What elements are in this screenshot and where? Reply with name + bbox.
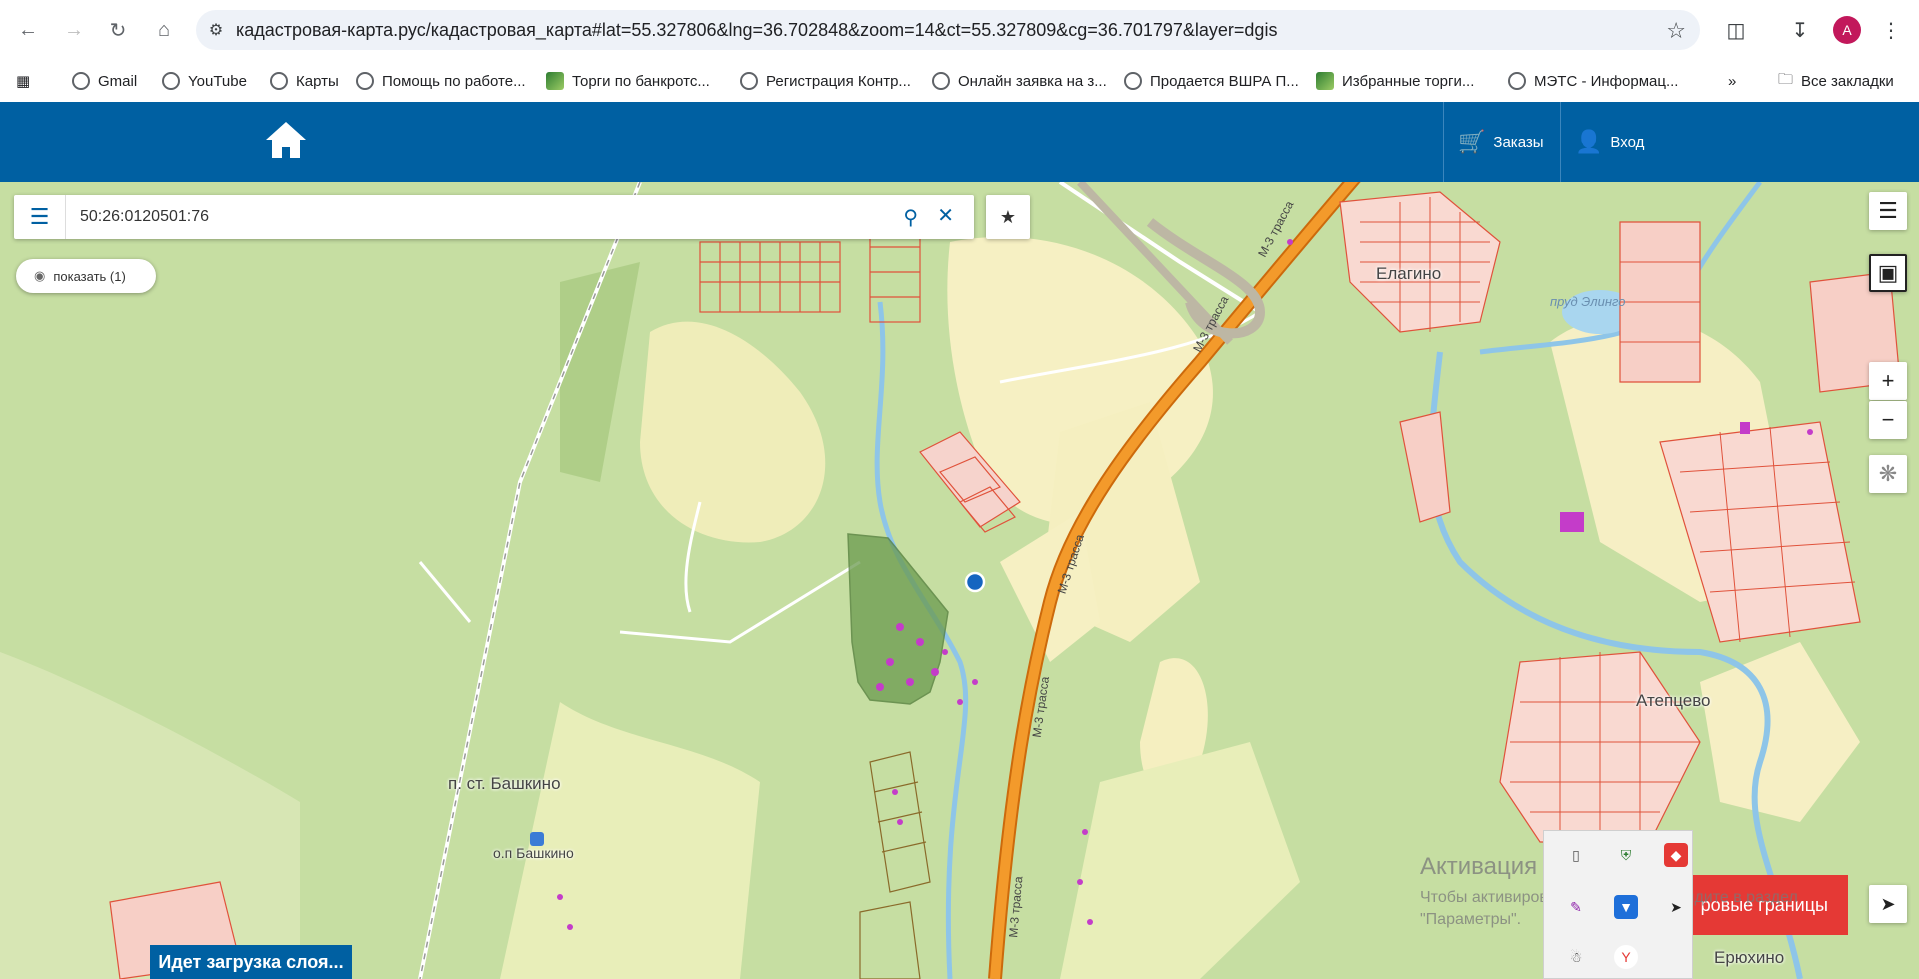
bookmark-mets[interactable]: МЭТС - Информац... <box>1500 66 1686 96</box>
plus-icon: + <box>1881 368 1895 393</box>
reload-icon[interactable]: ↻ <box>102 14 134 46</box>
cadastral-search: ☰ 50:26:0120501:76 ⚲ ✕ <box>14 195 974 239</box>
show-results-label: показать (1) <box>53 268 126 284</box>
navigation-arrow-icon: ➤ <box>1880 893 1896 914</box>
bookmark-help[interactable]: Помощь по работе... <box>348 66 534 96</box>
menu-icon[interactable]: ☰ <box>14 195 66 239</box>
zoom-out-button[interactable]: − <box>1869 401 1907 439</box>
bookmark-favorite-auctions[interactable]: Избранные торги... <box>1308 66 1482 96</box>
extensions-icon[interactable]: ◫ <box>1720 14 1752 46</box>
login-label: Вход <box>1610 133 1645 151</box>
avatar-letter: A <box>1842 22 1852 38</box>
layers-button[interactable]: ☰ <box>1869 192 1907 230</box>
yandex-icon[interactable]: Y <box>1614 945 1638 969</box>
network-icon[interactable]: ☃ <box>1564 945 1588 969</box>
home-icon[interactable] <box>264 120 308 160</box>
place-label-bashkino-st: п. ст. Башкино <box>448 774 561 793</box>
bookmark-label: Помощь по работе... <box>382 72 526 90</box>
bookmark-label: Карты <box>296 72 339 90</box>
orders-button[interactable]: 🛒 Заказы <box>1443 102 1558 182</box>
address-bar[interactable]: ⚙ кадастровая-карта.рус/кадастровая_карт… <box>196 10 1700 50</box>
bookmarks-bar: ▦ Gmail YouTube Карты Помощь по работе..… <box>0 60 1919 102</box>
user-icon: 👤 <box>1575 129 1603 154</box>
home-browser-icon[interactable]: ⌂ <box>148 14 180 46</box>
globe-icon <box>1124 72 1142 90</box>
eye-icon: ◉ <box>34 268 46 283</box>
favorite-star-button[interactable]: ★ <box>986 195 1030 239</box>
bookmark-gmail[interactable]: Gmail <box>64 66 145 96</box>
bookmark-label: Регистрация Контр... <box>766 72 911 90</box>
cart-icon: 🛒 <box>1458 129 1486 154</box>
bookmark-label: YouTube <box>188 72 247 90</box>
apps-grid-icon[interactable]: ▦ <box>8 66 38 96</box>
pond-label: пруд Элинго <box>1550 294 1626 309</box>
shield-icon[interactable]: ⛨ <box>1614 843 1638 867</box>
all-bookmarks[interactable]: 🗀 Все закладки <box>1770 66 1902 96</box>
bookmark-label: Онлайн заявка на з... <box>958 72 1107 90</box>
site-header: 🛒 Заказы 👤 Вход <box>0 102 1919 182</box>
login-button[interactable]: 👤 Вход <box>1560 102 1644 182</box>
search-icon[interactable]: ⚲ <box>903 205 918 230</box>
bookmark-label: Gmail <box>98 72 138 90</box>
download-icon[interactable]: ↧ <box>1784 14 1816 46</box>
globe-icon <box>72 72 90 90</box>
close-icon[interactable]: ✕ <box>937 203 954 228</box>
globe-icon <box>740 72 758 90</box>
minus-icon: − <box>1881 407 1895 432</box>
show-results-button[interactable]: ◉ показать (1) <box>16 259 156 293</box>
orders-label: Заказы <box>1493 133 1544 151</box>
hammer-icon <box>546 72 564 90</box>
bookmark-label: Избранные торги... <box>1342 72 1475 90</box>
layers-icon: ☰ <box>1878 198 1898 223</box>
folder-icon: 🗀 <box>1778 70 1794 88</box>
bookmark-youtube[interactable]: YouTube <box>154 66 255 96</box>
bookmark-star-icon[interactable]: ☆ <box>1666 18 1686 44</box>
usb-icon[interactable]: ▯ <box>1564 843 1588 867</box>
ruler-icon: ▣ <box>1877 260 1899 285</box>
bookmark-for-sale[interactable]: Продается ВШРА П... <box>1116 66 1307 96</box>
locate-button[interactable]: ➤ <box>1869 885 1907 923</box>
globe-icon <box>162 72 180 90</box>
hammer-icon <box>1316 72 1334 90</box>
place-label-atepcevo: Атепцево <box>1636 691 1711 710</box>
ruler-button[interactable]: ▣ <box>1869 254 1907 292</box>
bookmark-online-request[interactable]: Онлайн заявка на з... <box>924 66 1115 96</box>
loading-spinner-icon: ❋ <box>1878 461 1898 486</box>
place-label-eryuhino: Ерюхино <box>1714 948 1785 967</box>
pen-icon[interactable]: ✎ <box>1564 895 1588 919</box>
forward-icon[interactable]: → <box>58 14 90 46</box>
more-bookmarks-icon[interactable]: » <box>1720 66 1744 96</box>
spinner-button[interactable]: ❋ <box>1869 455 1907 493</box>
place-label-elagino: Елагино <box>1376 264 1442 283</box>
bookmark-auctions[interactable]: Торги по банкротс... <box>538 66 718 96</box>
search-input[interactable]: 50:26:0120501:76 <box>80 208 209 226</box>
system-tray-overflow: ▯ ⛨ ◆ ✎ ▼ ➤ ☃ Y <box>1543 830 1693 979</box>
telegram-icon[interactable]: ➤ <box>1664 895 1688 919</box>
all-bookmarks-label: Все закладки <box>1801 72 1894 90</box>
layer-loading-status: Идет загрузка слоя... <box>150 945 352 979</box>
bookmark-registration[interactable]: Регистрация Контр... <box>732 66 919 96</box>
menu-dots-icon[interactable]: ⋮ <box>1875 14 1907 46</box>
bookmark-maps[interactable]: Карты <box>262 66 347 96</box>
url-text: кадастровая-карта.рус/кадастровая_карта#… <box>236 19 1278 40</box>
site-info-icon[interactable]: ⚙ <box>196 10 236 50</box>
avatar[interactable]: A <box>1833 16 1861 44</box>
anydesk-icon[interactable]: ◆ <box>1664 843 1688 867</box>
back-icon[interactable]: ← <box>12 14 44 46</box>
globe-icon <box>356 72 374 90</box>
globe-icon <box>1508 72 1526 90</box>
bookmark-label: Продается ВШРА П... <box>1150 72 1299 90</box>
browser-toolbar: ← → ↻ ⌂ ⚙ кадастровая-карта.рус/кадастро… <box>0 0 1919 60</box>
app-icon[interactable]: ▼ <box>1614 895 1638 919</box>
bookmark-label: МЭТС - Информац... <box>1534 72 1679 90</box>
place-label-bashkino-op: о.п Башкино <box>493 845 574 861</box>
globe-icon <box>932 72 950 90</box>
bookmark-label: Торги по банкротс... <box>572 72 710 90</box>
zoom-in-button[interactable]: + <box>1869 362 1907 400</box>
globe-icon <box>270 72 288 90</box>
